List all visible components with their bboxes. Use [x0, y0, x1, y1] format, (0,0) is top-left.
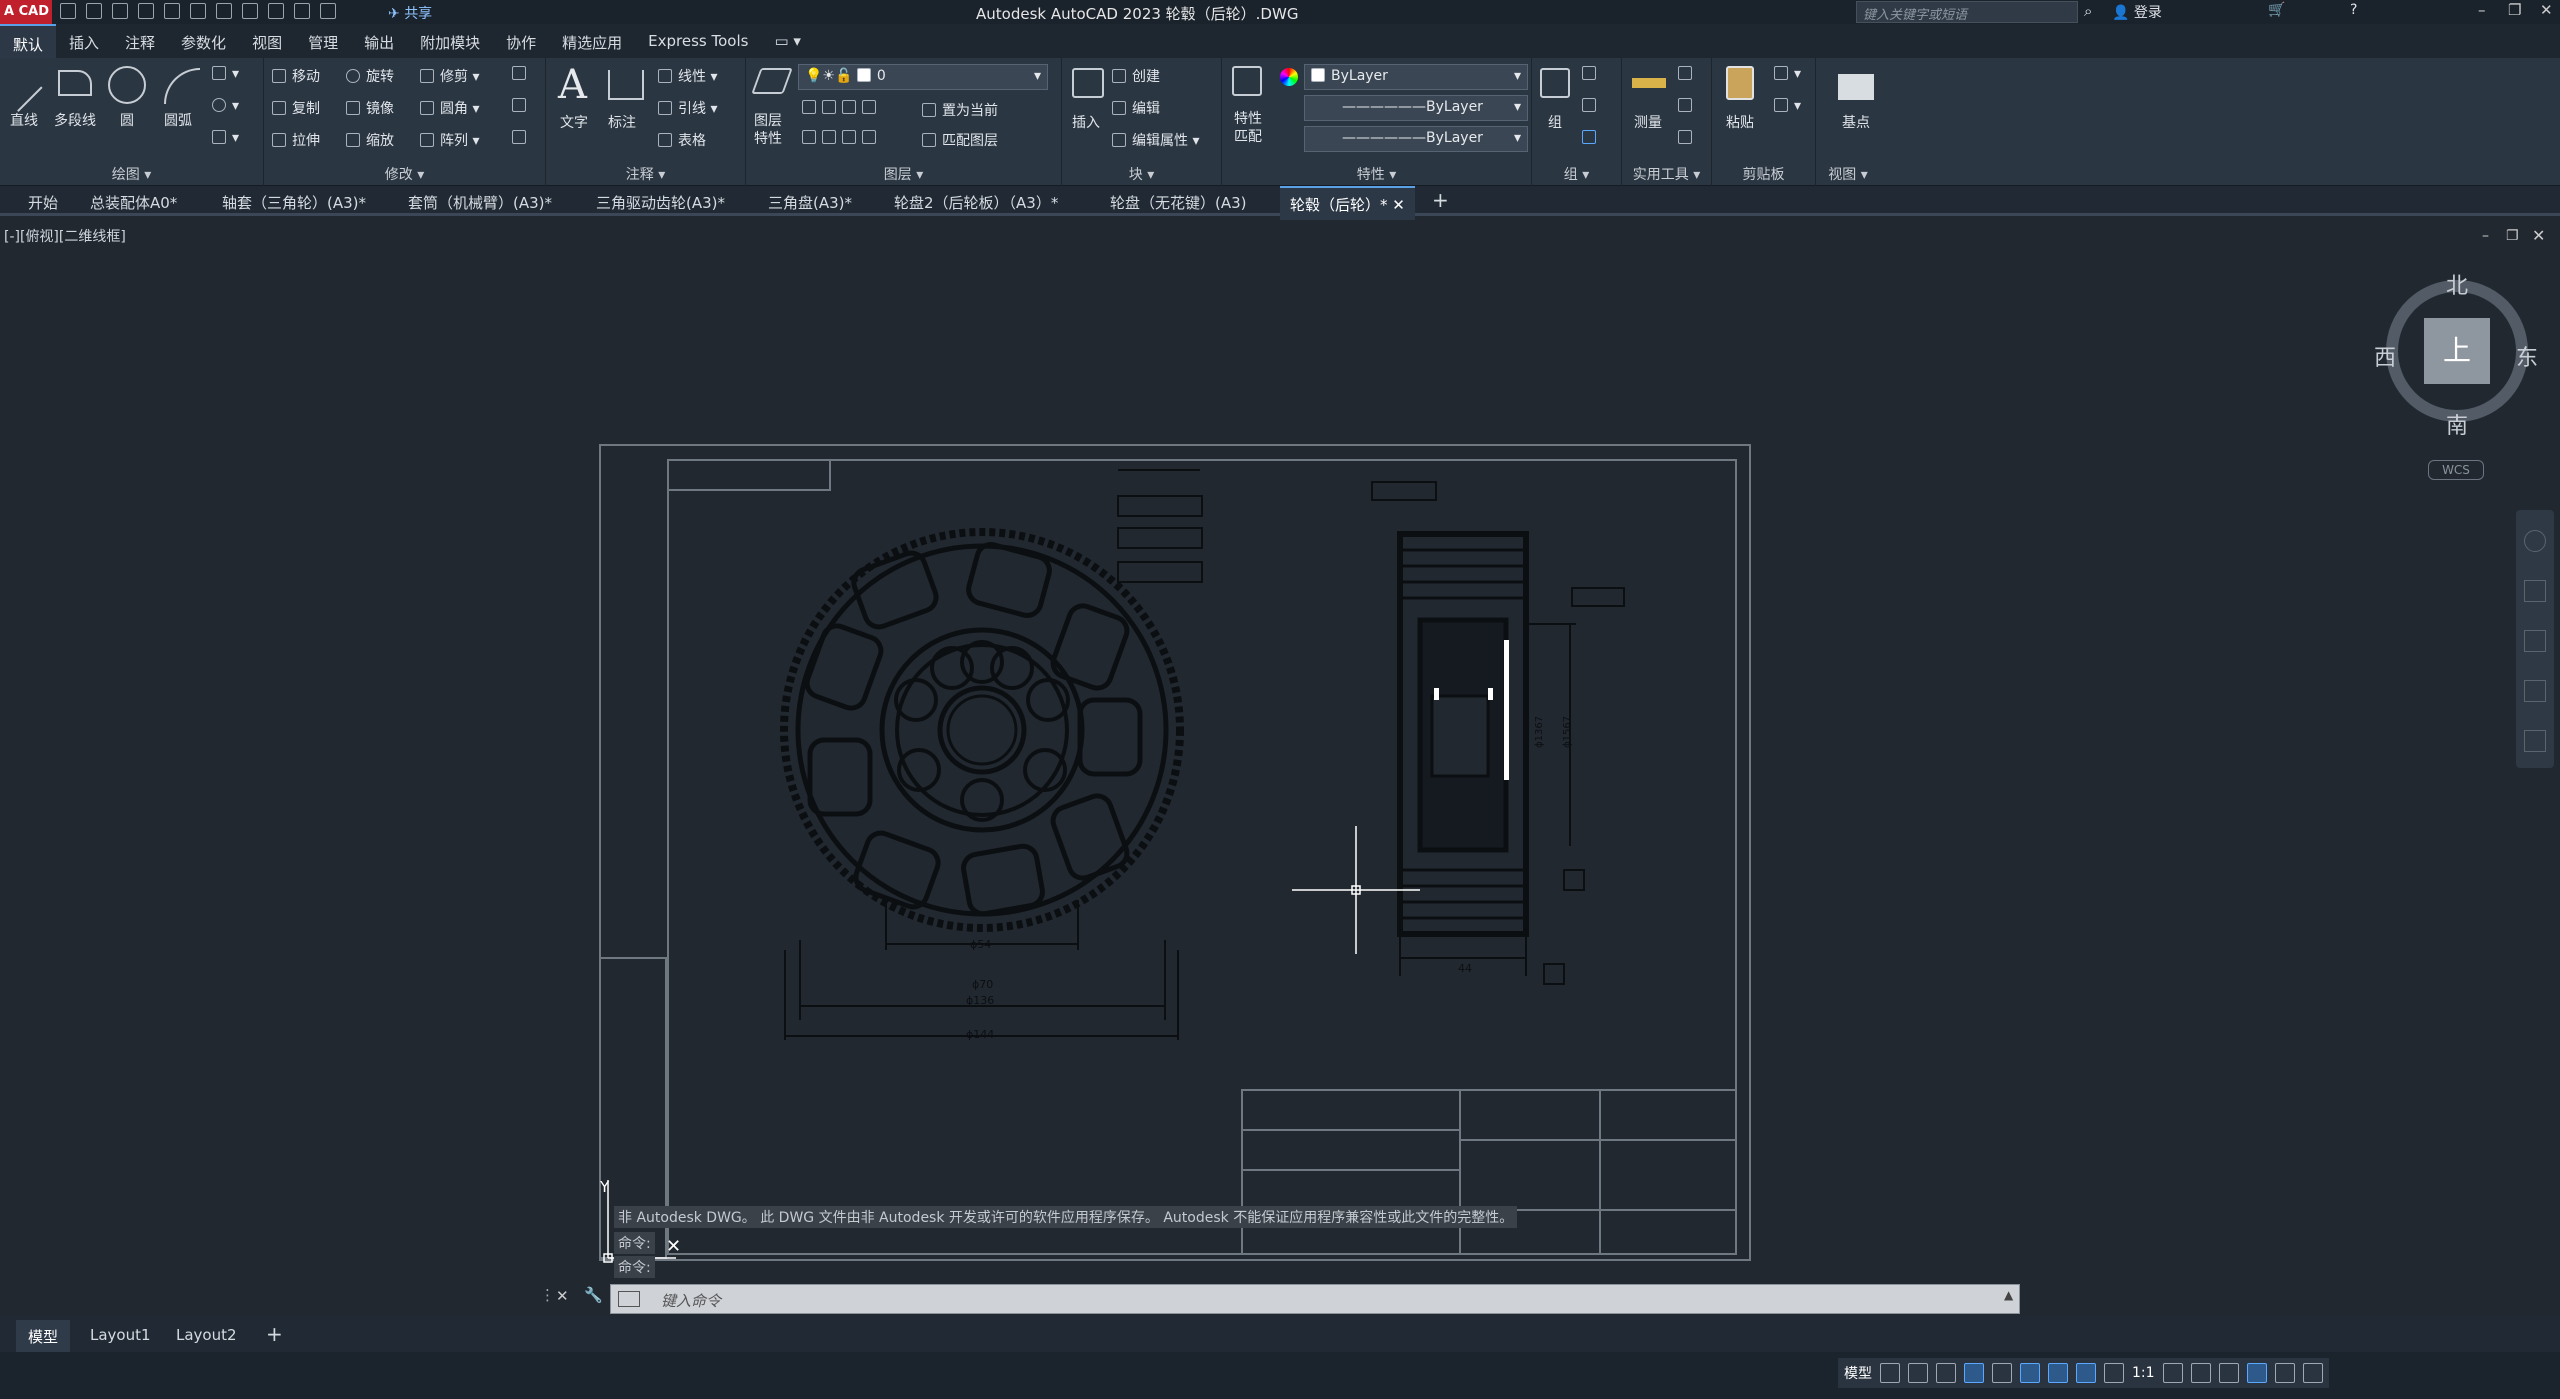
- settings-icon[interactable]: [2162, 1363, 2183, 1383]
- status-bar: 模型 1:1: [0, 1352, 2560, 1399]
- close-history-icon[interactable]: ✕: [666, 1236, 681, 1257]
- layout-tabs: 模型 Layout1 Layout2 +: [0, 1316, 2560, 1353]
- dim-d1367: ϕ1367: [1534, 716, 1545, 748]
- grid-icon[interactable]: [1880, 1363, 1900, 1383]
- object-snap-icon[interactable]: [2048, 1363, 2068, 1383]
- tab-model[interactable]: 模型: [16, 1320, 71, 1353]
- hub-front-view: [780, 528, 1184, 932]
- command-expand-icon[interactable]: ▲: [2004, 1288, 2013, 1302]
- fullscreen-icon[interactable]: [2274, 1363, 2295, 1383]
- navigation-bar: [2516, 510, 2554, 768]
- isodraft-icon[interactable]: [1992, 1363, 2012, 1383]
- dim-d144: ϕ144: [966, 1028, 994, 1041]
- workspace-icon[interactable]: [2218, 1363, 2239, 1383]
- dim-w44: 44: [1458, 962, 1472, 975]
- svg-text:Y: Y: [599, 1178, 610, 1196]
- snap-icon[interactable]: [1908, 1363, 1928, 1383]
- ortho-icon[interactable]: [1936, 1363, 1956, 1383]
- viewcube-east[interactable]: 东: [2516, 340, 2538, 372]
- object-snap-tracking-icon[interactable]: [2020, 1363, 2040, 1383]
- wcs-menu[interactable]: WCS: [2428, 460, 2484, 480]
- zoom-icon[interactable]: [2524, 630, 2546, 652]
- pan-icon[interactable]: [2524, 580, 2546, 602]
- hub-side-section: 44 ϕ1367 ϕ1567: [1371, 481, 1625, 985]
- command-grip-icon[interactable]: ⋮: [540, 1286, 555, 1304]
- command-history-line: 非 Autodesk DWG。 此 DWG 文件由非 Autodesk 开发或许…: [614, 1206, 1518, 1228]
- steering-wheel-icon[interactable]: [2524, 530, 2546, 552]
- isolate-icon[interactable]: [2246, 1363, 2267, 1383]
- command-input[interactable]: 键入命令: [610, 1284, 2020, 1314]
- command-customize-icon[interactable]: 🔧: [584, 1286, 603, 1304]
- orbit-icon[interactable]: [2524, 680, 2546, 702]
- model-space-button[interactable]: 模型: [1844, 1363, 1872, 1383]
- annotation-scale-button[interactable]: 1:1: [2132, 1365, 2155, 1381]
- dim-d136: ϕ136: [966, 994, 994, 1007]
- drawing-sheet: [599, 444, 1751, 1261]
- add-layout-icon[interactable]: +: [266, 1322, 283, 1346]
- title-block: [1241, 1089, 1737, 1255]
- viewcube-west[interactable]: 西: [2374, 340, 2396, 372]
- sheet-border: [599, 444, 1751, 1261]
- recent-commands-icon[interactable]: [618, 1291, 640, 1307]
- viewcube-top[interactable]: 上: [2424, 318, 2490, 384]
- add-icon[interactable]: [2190, 1363, 2211, 1383]
- command-history-line: 命令:: [614, 1256, 655, 1278]
- dim-d1567: ϕ1567: [1562, 716, 1573, 748]
- customize-menu-icon[interactable]: [2302, 1363, 2323, 1383]
- polar-icon[interactable]: [1964, 1363, 1984, 1383]
- annotation-visibility-icon[interactable]: [2076, 1363, 2096, 1383]
- command-history-line: 命令:: [614, 1232, 655, 1254]
- sheet-corner-box: [667, 459, 831, 491]
- auto-scale-icon[interactable]: [2104, 1363, 2124, 1383]
- status-toggles: 模型 1:1: [1838, 1358, 2329, 1388]
- drawing-canvas: ϕ54 ϕ70 ϕ136 ϕ144 44 ϕ1367 ϕ1567 Y: [599, 444, 1751, 1263]
- command-close-icon[interactable]: ✕: [556, 1287, 569, 1305]
- viewcube-north[interactable]: 北: [2446, 268, 2468, 300]
- showmotion-icon[interactable]: [2524, 730, 2546, 752]
- dim-d70: ϕ70: [972, 978, 993, 991]
- tab-layout2[interactable]: Layout2: [176, 1326, 237, 1344]
- viewcube-south[interactable]: 南: [2446, 408, 2468, 440]
- dim-d54: ϕ54: [970, 938, 991, 951]
- tab-layout1[interactable]: Layout1: [90, 1326, 151, 1344]
